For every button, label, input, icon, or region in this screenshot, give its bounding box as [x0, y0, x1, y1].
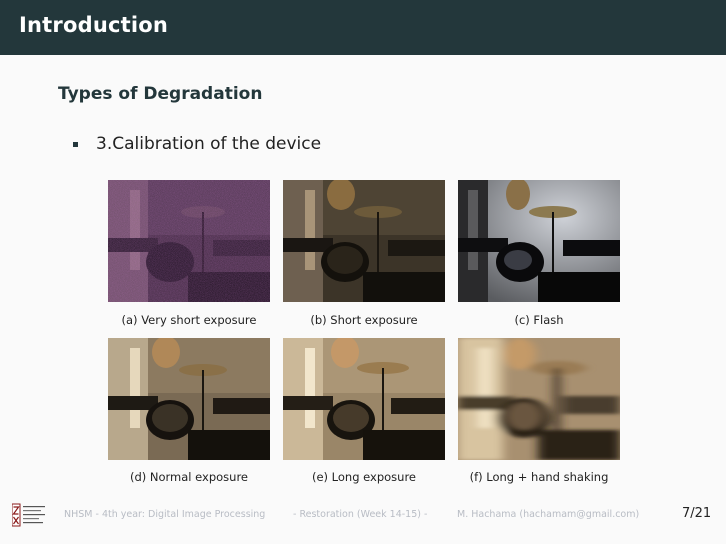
drum-kit-photo-d	[108, 338, 270, 460]
drum-kit-photo-e	[283, 338, 445, 460]
figure-d-photo	[108, 338, 270, 460]
university-logo-icon	[11, 502, 48, 528]
figure-f-caption: (f) Long + hand shaking	[469, 470, 609, 484]
slide-title: Introduction	[19, 13, 169, 37]
drum-kit-photo-f	[458, 338, 620, 460]
drum-kit-photo-a	[108, 180, 270, 302]
figure-f-photo	[458, 338, 620, 460]
figure-d-caption: (d) Normal exposure	[129, 470, 249, 484]
drum-kit-photo-c	[458, 180, 620, 302]
section-subtitle: Types of Degradation	[58, 84, 263, 104]
figure-e-caption: (e) Long exposure	[311, 470, 417, 484]
figure-a-caption: (a) Very short exposure	[121, 313, 257, 327]
figure-c-caption: (c) Flash	[514, 313, 564, 327]
bullet-square-icon	[73, 142, 78, 147]
figure-b-photo	[283, 180, 445, 302]
figure-b-caption: (b) Short exposure	[310, 313, 418, 327]
figure-e-photo	[283, 338, 445, 460]
page-number: 7/21	[682, 506, 712, 521]
figure-c-photo	[458, 180, 620, 302]
bullet-text: 3.Calibration of the device	[96, 134, 322, 154]
footer-week: - Restoration (Week 14-15) -	[293, 509, 428, 520]
drum-kit-photo-b	[283, 180, 445, 302]
footer-course: NHSM - 4th year: Digital Image Processin…	[64, 509, 266, 520]
title-bar: Introduction	[0, 0, 726, 55]
figure-a-photo	[108, 180, 270, 302]
footer-author: M. Hachama (hachamam@gmail.com)	[457, 509, 640, 520]
